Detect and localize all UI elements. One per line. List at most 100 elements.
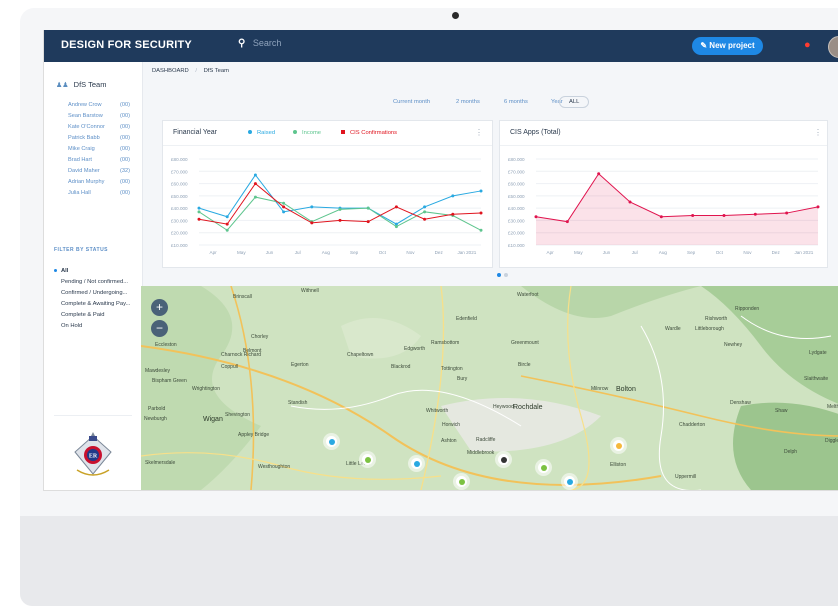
data-point[interactable] bbox=[394, 205, 398, 209]
status-label: All bbox=[61, 268, 69, 274]
team-member-item[interactable]: Patrick Babb (00) bbox=[68, 135, 130, 146]
data-point[interactable] bbox=[225, 222, 229, 226]
search-bar[interactable]: ⚲ Search bbox=[238, 38, 281, 49]
breadcrumb-dashboard[interactable]: DASHBOARD bbox=[152, 68, 189, 74]
map-marker-pin[interactable] bbox=[411, 458, 422, 469]
data-point[interactable] bbox=[282, 210, 286, 214]
map-marker-pin[interactable] bbox=[498, 454, 509, 465]
data-point[interactable] bbox=[253, 195, 257, 199]
data-point[interactable] bbox=[691, 214, 695, 218]
data-point[interactable] bbox=[423, 210, 427, 214]
status-filter-item[interactable]: Complete & Paid bbox=[54, 312, 139, 323]
map-marker-pin[interactable] bbox=[326, 436, 337, 447]
zoom-in-button[interactable]: + bbox=[151, 299, 168, 316]
data-point[interactable] bbox=[451, 194, 455, 198]
team-member-item[interactable]: Sean Barstow (00) bbox=[68, 113, 130, 124]
more-options-icon[interactable]: ⋮ bbox=[814, 128, 822, 137]
notification-bell-icon[interactable]: ● bbox=[804, 39, 811, 51]
map-marker-pin[interactable] bbox=[613, 440, 624, 451]
member-count: (00) bbox=[120, 124, 130, 130]
map[interactable]: Withnell Brinscall Chorley Eccleston Charnoc… bbox=[141, 286, 838, 490]
map-marker-pin[interactable] bbox=[456, 476, 467, 487]
data-point[interactable] bbox=[197, 210, 201, 214]
data-point[interactable] bbox=[753, 212, 757, 216]
data-point[interactable] bbox=[628, 200, 632, 204]
team-member-item[interactable]: Julia Hall (00) bbox=[68, 190, 130, 201]
data-point[interactable] bbox=[253, 182, 257, 186]
legend-cis[interactable]: CIS Confirmations bbox=[341, 130, 397, 136]
data-point[interactable] bbox=[310, 205, 314, 209]
search-icon[interactable]: ⚲ bbox=[238, 38, 245, 49]
data-point[interactable] bbox=[366, 206, 370, 210]
team-member-item[interactable]: Mike Craig (00) bbox=[68, 146, 130, 157]
avatar[interactable] bbox=[828, 36, 838, 58]
data-point[interactable] bbox=[451, 212, 455, 216]
data-point[interactable] bbox=[310, 221, 314, 225]
legend-marker-raised bbox=[248, 130, 252, 135]
more-options-icon[interactable]: ⋮ bbox=[475, 128, 483, 137]
data-point[interactable] bbox=[338, 218, 342, 222]
filter-all[interactable]: ALL bbox=[559, 96, 590, 108]
data-point[interactable] bbox=[659, 215, 663, 219]
map-place-label: Edenfield bbox=[456, 316, 477, 322]
member-name: Sean Barstow bbox=[68, 113, 103, 119]
data-point[interactable] bbox=[282, 205, 286, 209]
status-filter-item[interactable]: Confirmed / Undergoing... bbox=[54, 290, 139, 301]
filter-2-months[interactable]: 2 months bbox=[456, 99, 480, 105]
data-point[interactable] bbox=[816, 205, 820, 209]
data-point[interactable] bbox=[479, 211, 483, 215]
data-point[interactable] bbox=[225, 228, 229, 232]
y-tick-label: £20.000 bbox=[508, 231, 525, 236]
data-point[interactable] bbox=[338, 207, 342, 211]
search-input[interactable]: Search bbox=[253, 38, 282, 48]
map-marker-pin[interactable] bbox=[362, 454, 373, 465]
team-member-item[interactable]: Brad Hart (00) bbox=[68, 157, 130, 168]
new-project-button[interactable]: ✎ New project bbox=[692, 37, 763, 55]
map-place-label: Chorley bbox=[251, 334, 269, 340]
data-point[interactable] bbox=[565, 220, 569, 224]
data-point[interactable] bbox=[479, 228, 483, 232]
app-screen: DESIGN FOR SECURITY ⚲ Search ✎ New proje… bbox=[43, 30, 838, 491]
pager-dot-active[interactable] bbox=[497, 273, 501, 277]
pager-dot[interactable] bbox=[504, 273, 508, 277]
data-point[interactable] bbox=[597, 172, 601, 176]
data-point[interactable] bbox=[479, 189, 483, 193]
map-marker-pin[interactable] bbox=[564, 476, 575, 487]
data-point[interactable] bbox=[394, 225, 398, 229]
data-point[interactable] bbox=[722, 214, 726, 218]
team-member-item[interactable]: Adrian Murphy (00) bbox=[68, 179, 130, 190]
team-member-item[interactable]: Andrew Crow (00) bbox=[68, 102, 130, 113]
team-member-item[interactable]: Kate O'Connor (00) bbox=[68, 124, 130, 135]
member-name: Adrian Murphy bbox=[68, 179, 105, 185]
data-point[interactable] bbox=[366, 220, 370, 224]
status-filter-item[interactable]: Pending / Not confirmed... bbox=[54, 279, 139, 290]
member-count: (00) bbox=[120, 102, 130, 108]
data-point[interactable] bbox=[253, 173, 257, 177]
brand-logo[interactable]: DESIGN FOR SECURITY bbox=[61, 39, 192, 51]
status-filter-item[interactable]: On Hold bbox=[54, 323, 139, 334]
filter-6-months[interactable]: 6 months bbox=[504, 99, 528, 105]
data-point[interactable] bbox=[423, 205, 427, 209]
status-filter-item[interactable]: Complete & Awaiting Pay... bbox=[54, 301, 139, 312]
status-label: On Hold bbox=[61, 323, 83, 329]
team-member-item[interactable]: David Maher (32) bbox=[68, 168, 130, 179]
filter-current-month[interactable]: Current month bbox=[393, 99, 430, 105]
data-point[interactable] bbox=[785, 211, 789, 215]
x-tick-label: Aug bbox=[322, 250, 331, 255]
financial-year-card: Financial Year Raised Income CIS Confirm… bbox=[162, 120, 493, 268]
legend-raised[interactable]: Raised bbox=[248, 130, 275, 136]
team-title[interactable]: ♟♟ DfS Team bbox=[56, 80, 106, 89]
data-point[interactable] bbox=[282, 201, 286, 205]
data-point[interactable] bbox=[225, 215, 229, 219]
map-place-label: Wardle bbox=[665, 326, 681, 332]
map-marker-pin[interactable] bbox=[538, 462, 549, 473]
x-tick-label: Oct bbox=[716, 250, 724, 255]
legend-income[interactable]: Income bbox=[293, 130, 321, 136]
data-point[interactable] bbox=[197, 206, 201, 210]
data-point[interactable] bbox=[197, 217, 201, 221]
map-place-label: Meltham bbox=[827, 404, 838, 410]
status-filter-item[interactable]: All bbox=[54, 268, 139, 279]
data-point[interactable] bbox=[534, 215, 538, 219]
zoom-out-button[interactable]: − bbox=[151, 320, 168, 337]
data-point[interactable] bbox=[423, 217, 427, 221]
